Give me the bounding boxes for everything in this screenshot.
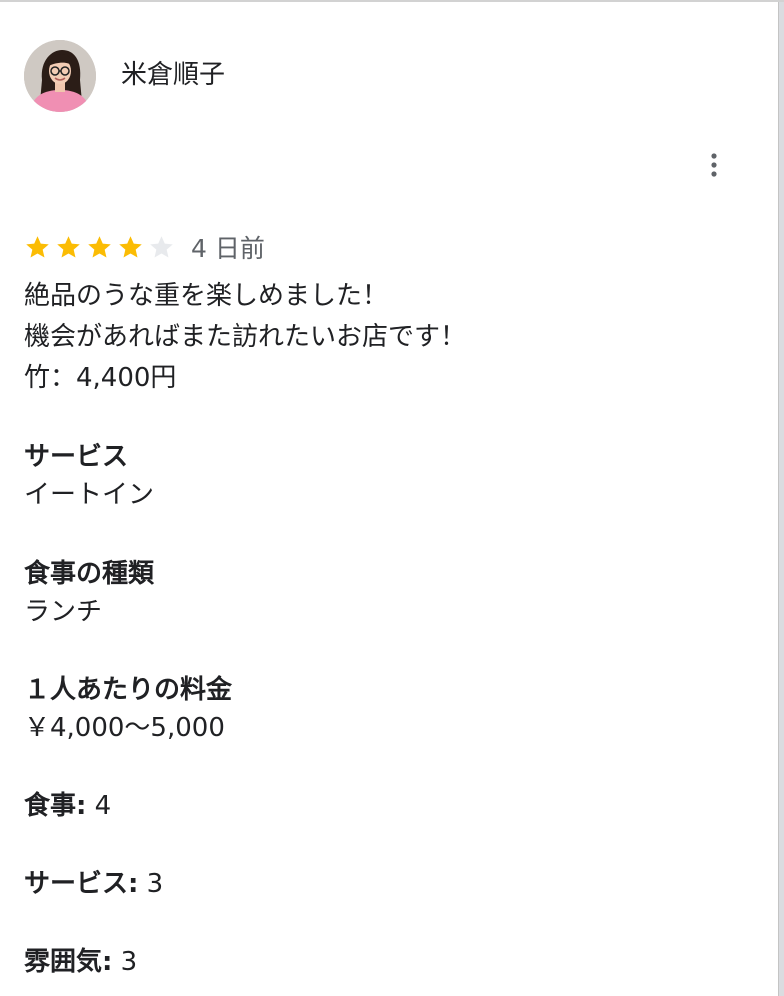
attribute-label-price-per-person: １人あたりの料金	[24, 675, 233, 705]
author-name[interactable]: 米倉順子	[121, 58, 225, 92]
more-options-button[interactable]	[694, 145, 734, 185]
score-atmosphere-label: 雰囲気:	[24, 947, 113, 977]
star-rating	[24, 234, 179, 261]
avatar-image	[24, 40, 96, 112]
score-food-label: 食事:	[24, 791, 87, 821]
attribute-value-service: イートイン	[24, 480, 155, 510]
score-food: 食事: 4	[24, 788, 111, 824]
score-atmosphere-value: 3	[120, 947, 138, 977]
score-service: サービス: 3	[24, 866, 163, 902]
author-avatar[interactable]	[24, 40, 96, 112]
review-text: 絶品のうな重を楽しめました！ 機会があればまた訪れたいお店です！ 竹：4,400…	[24, 276, 764, 399]
review-card: 米倉順子 4 日前 絶品のうな重を楽しめました！ 機会があればまた訪れたいお店で…	[0, 0, 784, 996]
score-service-label: サービス:	[24, 869, 139, 899]
more-vert-icon	[711, 153, 717, 177]
review-text-line: 機会があればまた訪れたいお店です！	[24, 322, 467, 352]
attribute-label-meal-type: 食事の種類	[24, 559, 155, 589]
star-icon	[117, 234, 144, 261]
review-text-line: 竹：4,400円	[24, 363, 177, 393]
review-text-line: 絶品のうな重を楽しめました！	[24, 281, 389, 311]
star-icon	[55, 234, 82, 261]
attribute-label-service: サービス	[24, 442, 129, 472]
star-icon	[24, 234, 51, 261]
attribute-value-meal-type: ランチ	[24, 597, 103, 627]
star-outline-icon	[148, 234, 175, 261]
score-service-value: 3	[146, 869, 164, 899]
score-atmosphere: 雰囲気: 3	[24, 944, 137, 980]
star-icon	[86, 234, 113, 261]
rating-row: 4 日前	[24, 230, 265, 264]
attribute-value-price-per-person: ￥4,000～5,000	[24, 713, 225, 743]
scrollbar-track[interactable]	[778, 2, 784, 996]
review-date: 4 日前	[191, 234, 265, 263]
score-food-value: 4	[94, 791, 112, 821]
